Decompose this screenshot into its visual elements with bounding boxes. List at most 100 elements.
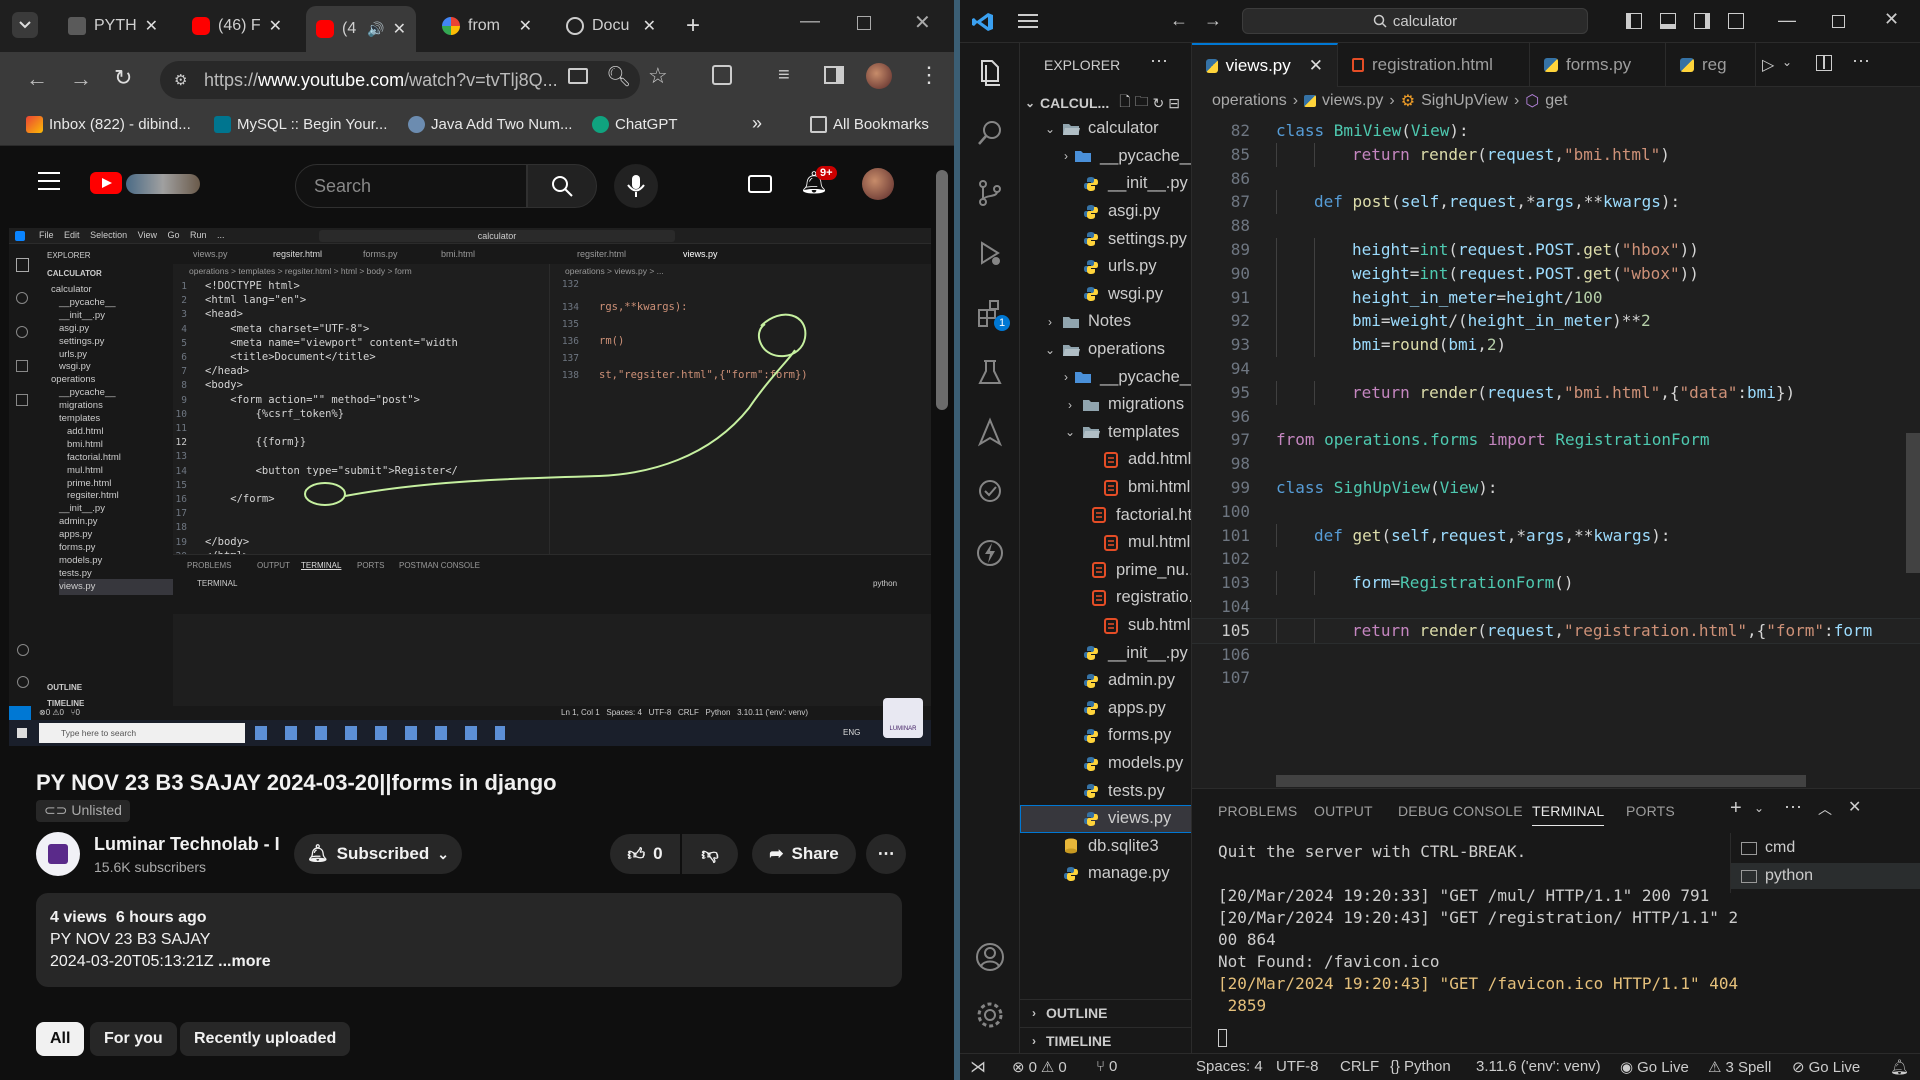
tab-views-py[interactable]: views.py ✕ <box>1192 43 1338 87</box>
create-video-icon[interactable] <box>748 175 772 193</box>
more-actions-button[interactable]: ⋯ <box>866 834 906 874</box>
tree-item-apps-py[interactable]: apps.py <box>1020 695 1191 723</box>
like-button[interactable]: 👍︎ 0 <box>610 834 680 874</box>
new-terminal-icon[interactable]: + <box>1730 797 1742 820</box>
close-window-button[interactable]: ✕ <box>914 10 931 35</box>
bookmark-chatgpt[interactable]: ChatGPT <box>592 116 678 133</box>
interpreter-status[interactable]: 3.11.6 ('env': venv) <box>1476 1058 1601 1075</box>
close-window-button[interactable]: ✕ <box>1884 9 1899 30</box>
breadcrumb-item[interactable]: operations <box>1212 92 1287 110</box>
panel-tab-terminal[interactable]: TERMINAL <box>1532 803 1605 826</box>
nav-back-icon[interactable]: ← <box>1170 10 1188 31</box>
go-live-status[interactable]: ◉ Go Live <box>1620 1058 1689 1077</box>
testing-icon[interactable] <box>974 357 1006 389</box>
maximize-button[interactable] <box>1832 15 1845 28</box>
new-file-icon[interactable]: 🗋 <box>1119 91 1130 115</box>
explorer-more-icon[interactable]: ⋯ <box>1150 51 1168 72</box>
tree-item-prime-nu[interactable]: prime_nu... <box>1020 557 1191 585</box>
remote-indicator[interactable]: ⋊ <box>970 1057 986 1077</box>
breadcrumb-item[interactable]: get <box>1545 92 1567 110</box>
chip-for-you[interactable]: For you <box>90 1022 177 1056</box>
voice-search-button[interactable] <box>614 164 658 208</box>
bookmark-mysql[interactable]: MySQL :: Begin Your... <box>214 116 387 133</box>
tree-item-mul-html[interactable]: mul.html <box>1020 529 1191 557</box>
minimize-button[interactable]: — <box>800 10 820 33</box>
tree-item-operations[interactable]: ⌄ operations <box>1020 336 1191 364</box>
panel-more-icon[interactable]: ⋯ <box>1784 797 1802 818</box>
bookmark-inbox[interactable]: Inbox (822) - dibind... <box>26 116 191 133</box>
tab-docu[interactable]: Docu ✕ <box>556 8 666 44</box>
language-status[interactable]: {} Python <box>1390 1058 1451 1075</box>
tree-item-manage-py[interactable]: manage.py <box>1020 860 1191 888</box>
tree-item-pycache[interactable]: › __pycache__ <box>1020 143 1191 171</box>
all-bookmarks[interactable]: All Bookmarks <box>810 116 929 133</box>
site-info-icon[interactable]: ⚙ <box>174 71 187 89</box>
tab-google[interactable]: from ✕ <box>432 8 542 44</box>
tree-item-init-py[interactable]: __init__.py <box>1020 639 1191 667</box>
terminal-item-cmd[interactable]: cmd <box>1731 835 1920 861</box>
tree-item-registratio[interactable]: registratio... <box>1020 584 1191 612</box>
toggle-secondary-sidebar-icon[interactable] <box>1694 13 1710 29</box>
notifications-bell-icon[interactable]: 🔔︎ <box>1890 1058 1909 1076</box>
toggle-sidebar-icon[interactable] <box>1626 13 1642 29</box>
share-button[interactable]: ➦ Share <box>752 834 856 874</box>
close-icon[interactable]: ✕ <box>519 16 532 36</box>
customize-layout-icon[interactable] <box>1728 13 1744 29</box>
run-dropdown-icon[interactable]: ⌄ <box>1782 55 1792 69</box>
media-controls-icon[interactable]: ≡ <box>778 64 790 87</box>
close-icon[interactable]: ✕ <box>145 16 158 36</box>
split-editor-icon[interactable] <box>1816 55 1832 71</box>
bookmark-star-icon[interactable]: ☆ <box>648 63 668 89</box>
source-control-icon[interactable] <box>974 177 1006 209</box>
spell-status[interactable]: ⚠ 3 Spell <box>1708 1058 1771 1077</box>
bookmark-java[interactable]: Java Add Two Num... <box>408 116 572 133</box>
panel-tab-ports[interactable]: PORTS <box>1626 803 1675 819</box>
postman-icon[interactable] <box>974 477 1006 509</box>
terminal-dropdown-icon[interactable]: ⌄ <box>1754 801 1764 815</box>
tree-item-admin-py[interactable]: admin.py <box>1020 667 1191 695</box>
run-debug-icon[interactable] <box>974 237 1006 269</box>
minimize-button[interactable]: — <box>1778 10 1796 31</box>
youtube-search-button[interactable] <box>527 164 597 208</box>
tab-pyth[interactable]: PYTH ✕ <box>58 8 168 44</box>
youtube-search-input[interactable]: Search <box>295 164 527 208</box>
side-panel-icon[interactable] <box>824 66 844 84</box>
explorer-root[interactable]: ⌄ CALCUL... 🗋 🗀 ↻ ⊟ <box>1024 91 1191 115</box>
panel-tab-output[interactable]: OUTPUT <box>1314 803 1373 819</box>
ports-indicator[interactable]: ⑂ 0 <box>1096 1058 1117 1075</box>
refresh-icon[interactable]: ↻ <box>1152 95 1164 112</box>
extensions-icon[interactable] <box>712 65 732 85</box>
description-box[interactable]: 4 views 6 hours ago PY NOV 23 B3 SAJAY 2… <box>36 893 902 987</box>
close-icon[interactable]: ✕ <box>1309 56 1323 76</box>
breadcrumb-item[interactable]: views.py <box>1322 92 1383 110</box>
tree-item-forms-py[interactable]: forms.py <box>1020 722 1191 750</box>
search-icon[interactable] <box>974 117 1006 149</box>
tab-search-button[interactable] <box>12 12 38 38</box>
problems-indicator[interactable]: ⊗ 0 ⚠ 0 <box>1012 1058 1067 1077</box>
horizontal-scrollbar[interactable] <box>1276 775 1806 787</box>
back-button[interactable]: ← <box>26 66 48 92</box>
tree-item-factorial-ht[interactable]: factorial.ht... <box>1020 501 1191 529</box>
video-player[interactable]: File Edit Selection View Go Run ... calc… <box>9 228 931 746</box>
editor-more-icon[interactable]: ⋯ <box>1852 51 1870 72</box>
outline-section[interactable]: › OUTLINE <box>1020 999 1191 1025</box>
tab-registration-html[interactable]: registration.html <box>1338 43 1530 87</box>
breadcrumb-item[interactable]: SighUpView <box>1421 92 1508 110</box>
chip-all[interactable]: All <box>36 1022 85 1056</box>
deploy-icon[interactable] <box>974 417 1006 449</box>
tree-item-pycache[interactable]: › __pycache__ <box>1020 363 1191 391</box>
close-icon[interactable]: ✕ <box>393 19 406 39</box>
account-icon[interactable] <box>974 941 1006 973</box>
go-live-status-2[interactable]: ⊘ Go Live <box>1792 1058 1860 1077</box>
new-tab-button[interactable]: + <box>686 12 700 40</box>
eol-status[interactable]: CRLF <box>1340 1058 1379 1075</box>
speaker-icon[interactable]: 🔊 <box>367 21 384 38</box>
tree-item-db-sqlite3[interactable]: db.sqlite3 <box>1020 833 1191 861</box>
zoom-icon[interactable]: 🔍︎ <box>606 64 631 89</box>
thunder-client-icon[interactable] <box>974 537 1006 569</box>
indentation-status[interactable]: Spaces: 4 <box>1196 1058 1263 1075</box>
settings-gear-icon[interactable] <box>974 999 1006 1031</box>
tree-item-wsgi-py[interactable]: wsgi.py <box>1020 281 1191 309</box>
close-icon[interactable]: ✕ <box>269 16 282 36</box>
tree-item-views-py[interactable]: views.py <box>1020 805 1191 833</box>
